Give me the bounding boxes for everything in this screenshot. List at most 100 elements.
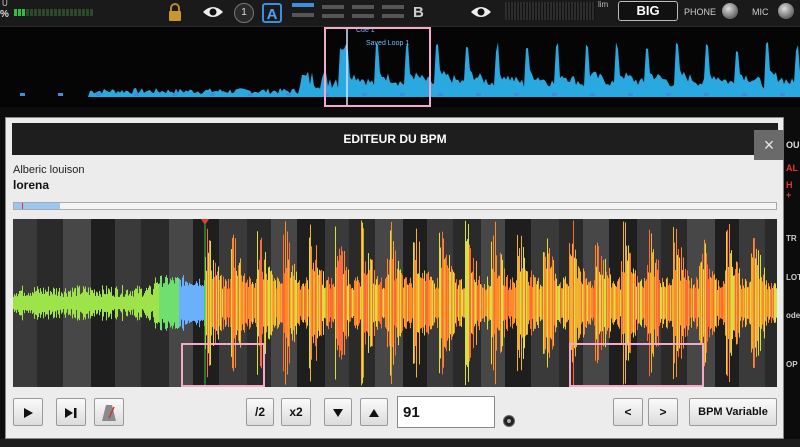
waveform-sample	[425, 280, 426, 326]
waveform-sample	[518, 256, 519, 350]
waveform-sample	[344, 251, 345, 355]
waveform-sample	[580, 271, 581, 335]
waveform-sample	[292, 265, 293, 341]
halve-bpm-button[interactable]: /2	[246, 398, 274, 426]
waveform-sample	[605, 258, 606, 348]
waveform-sample	[256, 278, 257, 328]
waveform-sample	[49, 295, 50, 311]
skip-to-end-button[interactable]	[56, 398, 86, 426]
deck-number-button[interactable]: 1	[234, 3, 254, 23]
waveform-sample	[382, 289, 383, 317]
waveform-sample	[123, 296, 124, 310]
waveform-sample	[375, 284, 376, 322]
meter-segment	[70, 9, 73, 16]
beat-marker	[96, 93, 101, 96]
track-position-bar[interactable]	[13, 202, 777, 210]
shift-grid-left-button[interactable]: <	[613, 398, 643, 426]
bpm-input[interactable]	[397, 396, 495, 428]
waveform-sample	[26, 295, 27, 311]
waveform-sample	[496, 255, 497, 351]
waveform-sample	[239, 262, 240, 344]
dialog-header[interactable]: EDITEUR DU BPM ×	[12, 123, 784, 160]
waveform-sample	[695, 287, 696, 319]
waveform-sample	[687, 270, 688, 336]
waveform-sample	[669, 283, 670, 323]
waveform-sample	[144, 293, 145, 313]
meter-segment	[62, 9, 65, 16]
deck-a-button[interactable]: A	[262, 3, 282, 23]
decrease-bpm-button[interactable]	[324, 398, 352, 426]
waveform-sample	[38, 288, 39, 318]
waveform-sample	[254, 287, 255, 319]
lock-icon[interactable]	[165, 2, 185, 22]
waveform-sample	[331, 278, 332, 328]
waveform-sample	[575, 249, 576, 357]
meter-segment	[66, 9, 69, 16]
waveform-sample	[162, 286, 163, 320]
track-overview-waveform[interactable]: Cue 1 Saved Loop 1	[0, 27, 800, 107]
big-button[interactable]: BIG	[618, 1, 678, 21]
increase-bpm-button[interactable]	[360, 398, 388, 426]
waveform-sample	[510, 279, 511, 327]
waveform-sample	[606, 271, 607, 335]
waveform-sample	[288, 259, 289, 347]
waveform-sample	[481, 284, 482, 322]
waveform-sample	[143, 295, 144, 311]
waveform-sample	[342, 251, 343, 355]
waveform-sample	[131, 295, 132, 311]
waveform-sample	[773, 285, 774, 321]
play-button[interactable]	[13, 398, 43, 426]
phone-volume-knob[interactable]	[722, 3, 738, 19]
waveform-sample	[216, 275, 217, 331]
waveform-sample	[25, 296, 26, 310]
waveform-sample	[230, 278, 231, 328]
waveform-sample	[149, 285, 150, 321]
waveform-sample	[656, 259, 657, 347]
waveform-sample	[768, 283, 769, 323]
deck-b-button[interactable]: B	[413, 4, 424, 21]
waveform-sample	[129, 293, 130, 313]
waveform-sample	[188, 285, 189, 321]
dialog-title: EDITEUR DU BPM	[343, 132, 447, 146]
waveform-sample	[590, 281, 591, 325]
waveform-sample	[266, 273, 267, 333]
waveform-sample	[398, 260, 399, 346]
waveform-sample	[101, 296, 102, 310]
waveform-sample	[54, 288, 55, 318]
bpm-variable-button[interactable]: BPM Variable	[689, 398, 777, 426]
tap-indicator[interactable]	[503, 415, 515, 427]
waveform-sample	[276, 288, 277, 318]
waveform-sample	[476, 261, 477, 345]
waveform-sample	[703, 269, 704, 337]
waveform-sample	[608, 278, 609, 328]
waveform-sample	[671, 285, 672, 321]
waveform-sample	[21, 290, 22, 316]
waveform-sample	[284, 273, 285, 333]
close-button[interactable]: ×	[754, 130, 784, 160]
waveform-sample	[120, 294, 121, 312]
waveform-sample	[487, 276, 488, 330]
waveform-sample	[731, 250, 732, 356]
shift-grid-right-button[interactable]: >	[648, 398, 678, 426]
waveform-sample	[199, 278, 200, 328]
waveform-sample	[427, 273, 428, 333]
eye-icon[interactable]	[202, 5, 224, 19]
waveform-sample	[349, 283, 350, 323]
waveform-sample	[739, 268, 740, 338]
waveform-sample	[396, 278, 397, 328]
waveform-sample	[307, 280, 308, 326]
waveform-sample	[760, 254, 761, 352]
waveform-sample	[83, 286, 84, 320]
double-bpm-button[interactable]: x2	[281, 398, 311, 426]
waveform-sample	[751, 253, 752, 353]
waveform-sample	[130, 291, 131, 315]
metronome-button[interactable]	[94, 398, 124, 426]
waveform-sample	[360, 286, 361, 320]
waveform-sample	[633, 268, 634, 338]
eye-icon[interactable]	[470, 5, 492, 19]
mic-volume-knob[interactable]	[778, 3, 794, 19]
waveform-sample	[571, 256, 572, 350]
waveform-sample	[33, 293, 34, 313]
waveform-sample	[66, 293, 67, 313]
waveform-sample	[31, 295, 32, 311]
